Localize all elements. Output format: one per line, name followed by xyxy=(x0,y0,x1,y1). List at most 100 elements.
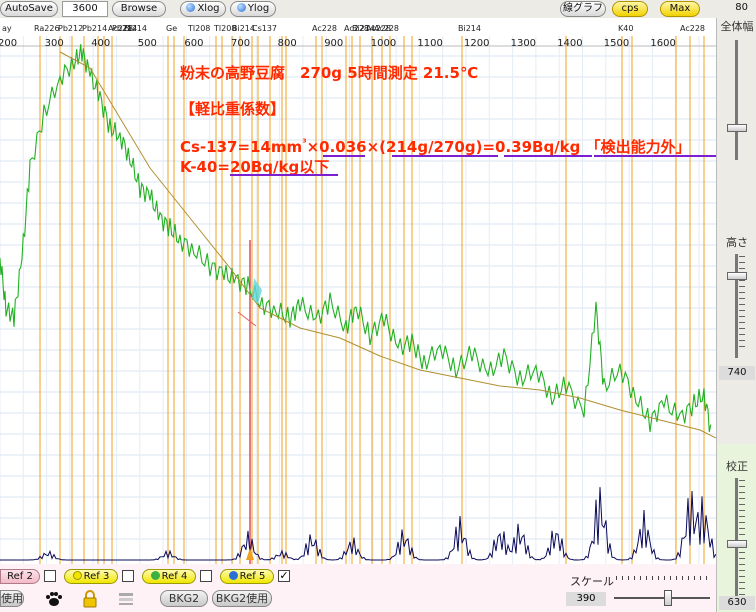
height-track[interactable] xyxy=(735,254,738,358)
x-tick-label: 1200 xyxy=(464,38,490,49)
x-tick-label: 900 xyxy=(324,38,344,49)
peak-label: Ac228 xyxy=(680,24,705,33)
lock-icon[interactable] xyxy=(82,590,98,608)
spectrum-app: AutoSave 3600 Browse Xlog Ylog 線グラフ cps … xyxy=(0,0,756,612)
scale-label: スケール xyxy=(570,575,614,588)
annotation-title: 粉末の高野豆腐 270g 5時間測定 21.5℃ xyxy=(180,64,479,82)
ref5-checkbox[interactable]: ✓ xyxy=(278,570,290,582)
x-tick-label: 400 xyxy=(91,38,111,49)
xlog-label: Xlog xyxy=(197,3,220,14)
height-ticks xyxy=(739,256,745,352)
underline-coefficient xyxy=(323,155,365,157)
x-tick-label: 200 xyxy=(0,38,18,49)
right-panel: 全体幅 高さ 740 校正 630 xyxy=(716,18,756,612)
scale-tick xyxy=(628,576,629,580)
overall-width-label: 全体幅 xyxy=(720,20,754,33)
scale-tick xyxy=(706,576,707,580)
line-graph-button[interactable]: 線グラフ xyxy=(560,1,606,17)
scale-tick xyxy=(640,576,641,580)
x-tick-label: 1600 xyxy=(650,38,676,49)
scale-track[interactable] xyxy=(614,597,710,599)
list-icon[interactable] xyxy=(118,592,134,606)
scale-tick xyxy=(676,576,677,580)
ref3-button[interactable]: Ref 3 xyxy=(64,569,118,584)
peak-label: Pb212 xyxy=(58,24,84,33)
calibration-value: 630 xyxy=(719,596,755,610)
xlog-radio-icon xyxy=(186,3,196,12)
peak-label: Ge xyxy=(166,24,178,33)
overall-width-track[interactable] xyxy=(735,40,738,160)
x-tick-label: 1500 xyxy=(603,38,630,49)
max-button[interactable]: Max xyxy=(660,1,700,17)
calibration-knob[interactable] xyxy=(727,540,747,548)
height-label: 高さ xyxy=(726,236,748,249)
peak-label: K40 xyxy=(618,24,634,33)
scale-tick xyxy=(664,576,665,580)
time-value-field[interactable]: 3600 xyxy=(62,1,108,17)
calibration-label: 校正 xyxy=(726,460,748,473)
scale-tick xyxy=(688,576,689,580)
reference-bar: Ref 2 Ref 3 Ref 4 Ref 5 ✓ 使用 BKG2 BKG2使用… xyxy=(0,564,716,612)
ref3-checkbox[interactable] xyxy=(122,570,134,582)
height-value: 740 xyxy=(719,366,755,380)
browse-button[interactable]: Browse xyxy=(112,1,166,17)
ref4-color-icon xyxy=(150,571,160,580)
scale-tick xyxy=(652,576,653,580)
x-tick-label: 1300 xyxy=(510,38,537,49)
peak-label: Cs137 xyxy=(252,24,278,33)
ylog-radio-icon xyxy=(236,3,246,12)
scale-tick xyxy=(616,576,617,580)
annotation-heading: 【軽比重係数】 xyxy=(180,100,286,118)
peak-label: Bi214 xyxy=(124,24,147,33)
cs137-prefix: Cs-137=14mm xyxy=(180,138,303,156)
top-right-value: 80 xyxy=(735,2,748,13)
scale-tick xyxy=(634,576,635,580)
underline-ratio xyxy=(392,155,498,157)
scale-tick xyxy=(694,576,695,580)
underline-result xyxy=(504,155,592,157)
cps-button[interactable]: cps xyxy=(612,1,648,17)
x-tick-label: 1400 xyxy=(557,38,583,49)
peak-label: Ra226 xyxy=(34,24,60,33)
peak-label: Tl208 xyxy=(188,24,211,33)
ref3-label: Ref 3 xyxy=(83,571,110,582)
ref4-checkbox[interactable] xyxy=(200,570,212,582)
height-knob[interactable] xyxy=(727,272,747,280)
scale-tick xyxy=(646,576,647,580)
scale-tick xyxy=(622,576,623,580)
scale-knob[interactable] xyxy=(664,590,672,606)
x-tick-label: 1100 xyxy=(417,38,443,49)
autosave-button[interactable]: AutoSave xyxy=(0,1,58,17)
scale-ticks xyxy=(616,576,710,580)
x-tick-label: 1000 xyxy=(370,38,397,49)
xlog-button[interactable]: Xlog xyxy=(180,1,226,17)
paw-icon[interactable] xyxy=(44,590,64,608)
ylog-button[interactable]: Ylog xyxy=(230,1,276,17)
overall-width-knob[interactable] xyxy=(727,124,747,132)
scale-tick xyxy=(700,576,701,580)
scale-tick xyxy=(682,576,683,580)
x-tick-label: 300 xyxy=(44,38,64,49)
ref2-button[interactable]: Ref 2 xyxy=(0,569,40,584)
peak-label: Pb214 xyxy=(82,24,108,33)
peak-label: Bi214 xyxy=(458,24,481,33)
ref5-button[interactable]: Ref 5 xyxy=(220,569,274,584)
ref2-checkbox[interactable] xyxy=(44,570,56,582)
bkg2-button[interactable]: BKG2 xyxy=(160,590,208,607)
x-tick-label: 700 xyxy=(231,38,251,49)
cs137-rest: ×0.036×(214g/270g)=0.39Bq/kg 「検出能力外」 xyxy=(306,138,691,156)
ylog-label: Ylog xyxy=(247,3,270,14)
underline-k40 xyxy=(230,174,338,176)
x-tick-label: 800 xyxy=(277,38,297,49)
ref5-color-icon xyxy=(228,571,238,580)
spectrum-plot[interactable]: 200 300 400 500 600 700 800 900 1000 1100 1200 1300… xyxy=(0,18,716,564)
scale-tick xyxy=(670,576,671,580)
peak-label: ay xyxy=(2,24,12,33)
ref4-button[interactable]: Ref 4 xyxy=(142,569,196,584)
x-tick-label: 600 xyxy=(184,38,204,49)
scale-tick xyxy=(658,576,659,580)
use-button[interactable]: 使用 xyxy=(0,590,24,607)
x-tick-label: 500 xyxy=(137,38,157,49)
scale-value: 390 xyxy=(566,592,606,606)
bkg2-use-button[interactable]: BKG2使用 xyxy=(212,590,272,607)
